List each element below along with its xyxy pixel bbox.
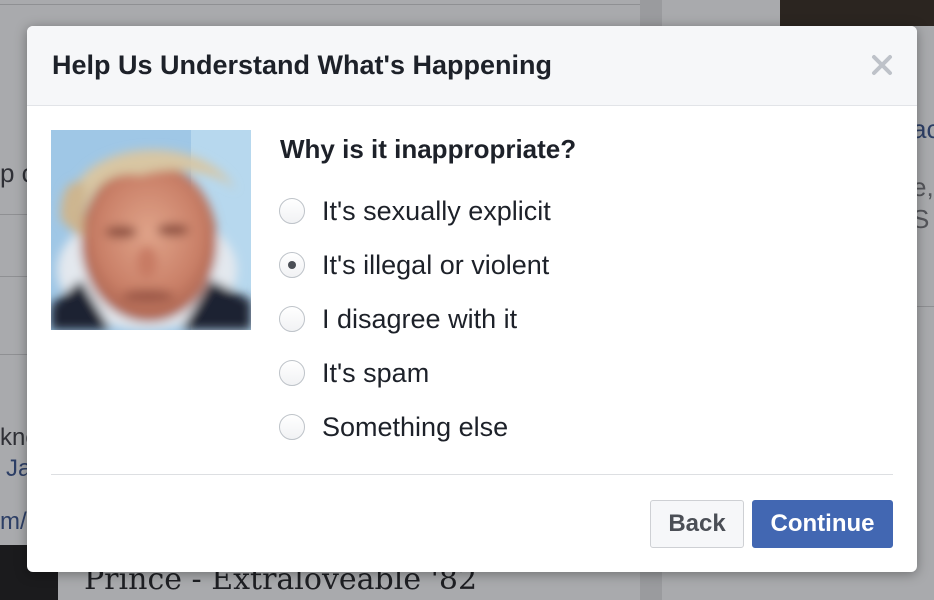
radio-button[interactable] bbox=[279, 306, 305, 332]
radio-button[interactable] bbox=[279, 414, 305, 440]
option-illegal-or-violent[interactable]: It's illegal or violent bbox=[279, 238, 551, 292]
background-photo bbox=[780, 0, 934, 26]
option-label: I disagree with it bbox=[322, 303, 518, 334]
reason-options: It's sexually explicit It's illegal or v… bbox=[279, 184, 551, 454]
radio-button[interactable] bbox=[279, 198, 305, 224]
reported-photo bbox=[51, 130, 251, 330]
option-disagree[interactable]: I disagree with it bbox=[279, 292, 551, 346]
option-label: Something else bbox=[322, 411, 509, 442]
close-icon[interactable] bbox=[869, 52, 895, 78]
radio-button-selected[interactable] bbox=[279, 252, 305, 278]
option-label: It's sexually explicit bbox=[322, 195, 551, 226]
background-link: m/ bbox=[0, 508, 27, 535]
report-dialog: Help Us Understand What's Happening Why … bbox=[27, 26, 917, 572]
option-spam[interactable]: It's spam bbox=[279, 346, 551, 400]
background-divider bbox=[0, 4, 640, 5]
option-something-else[interactable]: Something else bbox=[279, 400, 551, 454]
radio-button[interactable] bbox=[279, 360, 305, 386]
dialog-header: Help Us Understand What's Happening bbox=[27, 26, 917, 106]
option-label: It's spam bbox=[322, 357, 430, 388]
continue-button[interactable]: Continue bbox=[752, 500, 893, 548]
footer-divider bbox=[51, 474, 893, 475]
dialog-body: Why is it inappropriate? It's sexually e… bbox=[27, 106, 917, 474]
option-sexually-explicit[interactable]: It's sexually explicit bbox=[279, 184, 551, 238]
option-label: It's illegal or violent bbox=[322, 249, 550, 280]
back-button[interactable]: Back bbox=[650, 500, 744, 548]
dialog-title: Help Us Understand What's Happening bbox=[52, 50, 552, 80]
question-heading: Why is it inappropriate? bbox=[280, 134, 577, 164]
